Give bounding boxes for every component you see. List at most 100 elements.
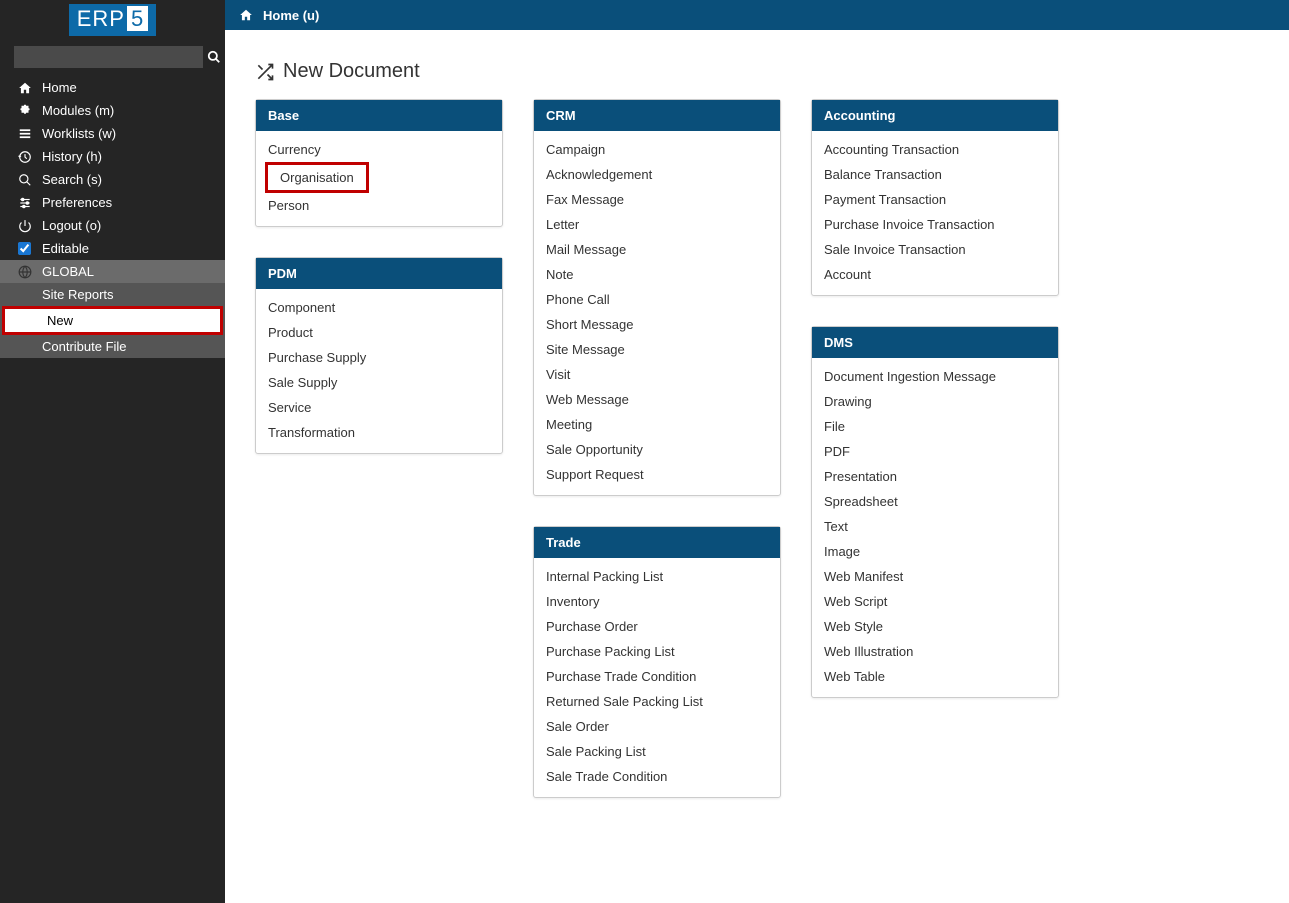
panel-item[interactable]: Document Ingestion Message: [812, 364, 1058, 389]
nav-label: Search (s): [42, 172, 102, 187]
topbar: Home (u): [225, 0, 1289, 30]
panel-item[interactable]: Sale Invoice Transaction: [812, 237, 1058, 262]
panel-header: Accounting: [812, 100, 1058, 131]
panel-item[interactable]: Visit: [534, 362, 780, 387]
panel-item[interactable]: Campaign: [534, 137, 780, 162]
list-icon: [14, 127, 36, 141]
panel-item[interactable]: Purchase Supply: [256, 345, 502, 370]
card-column: Base Currency Organisation Person PDM Compone…: [255, 99, 503, 798]
panel-accounting: AccountingAccounting TransactionBalance …: [811, 99, 1059, 296]
globe-icon: [14, 265, 36, 279]
panel-item[interactable]: Text: [812, 514, 1058, 539]
panel-base: Base Currency Organisation Person: [255, 99, 503, 227]
panel-item[interactable]: Sale Opportunity: [534, 437, 780, 462]
panel-item[interactable]: Purchase Trade Condition: [534, 664, 780, 689]
panel-header: PDM: [256, 258, 502, 289]
search-button[interactable]: [207, 46, 221, 68]
panel-item[interactable]: Image: [812, 539, 1058, 564]
nav-item-worklists-w-[interactable]: Worklists (w): [0, 122, 225, 145]
panel-item[interactable]: Organisation: [268, 165, 366, 190]
panel-item[interactable]: Spreadsheet: [812, 489, 1058, 514]
panel-header: DMS: [812, 327, 1058, 358]
panel-item[interactable]: Accounting Transaction: [812, 137, 1058, 162]
check-icon: [14, 242, 36, 255]
main: Home (u) New Document Base Currency Organi…: [225, 0, 1289, 903]
panel-item[interactable]: Site Message: [534, 337, 780, 362]
sidebar: ERP5 Home Modules (m) Worklists (w) History…: [0, 0, 225, 903]
panel-item[interactable]: Web Message: [534, 387, 780, 412]
panel-item[interactable]: Component: [256, 295, 502, 320]
panel-item[interactable]: Sale Order: [534, 714, 780, 739]
logo-text: ERP: [77, 6, 125, 31]
panel-header: CRM: [534, 100, 780, 131]
nav-label: Preferences: [42, 195, 112, 210]
panel-item[interactable]: Fax Message: [534, 187, 780, 212]
panel-item[interactable]: PDF: [812, 439, 1058, 464]
panel-item[interactable]: Note: [534, 262, 780, 287]
panel-item[interactable]: Product: [256, 320, 502, 345]
nav-item-editable[interactable]: Editable: [0, 237, 225, 260]
panel-item[interactable]: Drawing: [812, 389, 1058, 414]
panel-body: Currency Organisation Person: [256, 131, 502, 226]
editable-checkbox[interactable]: [18, 242, 31, 255]
panel-item[interactable]: Meeting: [534, 412, 780, 437]
shuffle-icon: [255, 62, 275, 82]
panel-item[interactable]: Web Table: [812, 664, 1058, 689]
global-item-site-reports[interactable]: Site Reports: [0, 283, 225, 306]
panel-item[interactable]: Web Script: [812, 589, 1058, 614]
panel-item[interactable]: Sale Supply: [256, 370, 502, 395]
panel-item[interactable]: Presentation: [812, 464, 1058, 489]
panel-item[interactable]: Purchase Packing List: [534, 639, 780, 664]
nav-item-history-h-[interactable]: History (h): [0, 145, 225, 168]
panel-item[interactable]: Letter: [534, 212, 780, 237]
panel-item[interactable]: Web Manifest: [812, 564, 1058, 589]
panel-item[interactable]: Short Message: [534, 312, 780, 337]
page-title-text: New Document: [283, 60, 420, 83]
panel-item[interactable]: Account: [812, 262, 1058, 287]
panel-item[interactable]: Mail Message: [534, 237, 780, 262]
nav-item-preferences[interactable]: Preferences: [0, 191, 225, 214]
nav-label: Logout (o): [42, 218, 101, 233]
panel-item[interactable]: Web Illustration: [812, 639, 1058, 664]
panel-item[interactable]: Purchase Order: [534, 614, 780, 639]
search-icon: [14, 173, 36, 187]
panel-item[interactable]: Internal Packing List: [534, 564, 780, 589]
global-item-new[interactable]: New: [5, 309, 220, 332]
global-item-contribute-file[interactable]: Contribute File: [0, 335, 225, 358]
panel-item[interactable]: Sale Trade Condition: [534, 764, 780, 789]
search-input[interactable]: [14, 46, 203, 68]
highlight-frame: New: [2, 306, 223, 335]
panel-item[interactable]: File: [812, 414, 1058, 439]
panel-item[interactable]: Acknowledgement: [534, 162, 780, 187]
panel-item[interactable]: Inventory: [534, 589, 780, 614]
panel-header: Base: [256, 100, 502, 131]
nav-item-modules-m-[interactable]: Modules (m): [0, 99, 225, 122]
panel-item[interactable]: Sale Packing List: [534, 739, 780, 764]
panel-item[interactable]: Web Style: [812, 614, 1058, 639]
panel-item[interactable]: Currency: [256, 137, 502, 162]
nav-label: Worklists (w): [42, 126, 116, 141]
logo-area: ERP5: [0, 0, 225, 42]
nav-item-search-s-[interactable]: Search (s): [0, 168, 225, 191]
search-icon: [207, 50, 221, 64]
panel-item[interactable]: Payment Transaction: [812, 187, 1058, 212]
panel-item[interactable]: Person: [256, 193, 502, 218]
panel-item[interactable]: Transformation: [256, 420, 502, 445]
panel-item[interactable]: Support Request: [534, 462, 780, 487]
panel-item[interactable]: Returned Sale Packing List: [534, 689, 780, 714]
home-icon: [14, 81, 36, 95]
nav-label: Home: [42, 80, 77, 95]
nav-item-logout-o-[interactable]: Logout (o): [0, 214, 225, 237]
card-grid: Base Currency Organisation Person PDM Compone…: [255, 99, 1259, 798]
home-icon: [239, 8, 253, 22]
panel-item[interactable]: Service: [256, 395, 502, 420]
nav-item-home[interactable]: Home: [0, 76, 225, 99]
panel-item[interactable]: Phone Call: [534, 287, 780, 312]
panel-item[interactable]: Balance Transaction: [812, 162, 1058, 187]
breadcrumb[interactable]: Home (u): [263, 8, 319, 23]
panel-body: Accounting TransactionBalance Transactio…: [812, 131, 1058, 295]
sliders-icon: [14, 196, 36, 210]
panel-item[interactable]: Purchase Invoice Transaction: [812, 212, 1058, 237]
panel-pdm: PDM ComponentProductPurchase SupplySale S…: [255, 257, 503, 454]
panel-crm: CRM CampaignAcknowledgementFax MessageLet…: [533, 99, 781, 496]
